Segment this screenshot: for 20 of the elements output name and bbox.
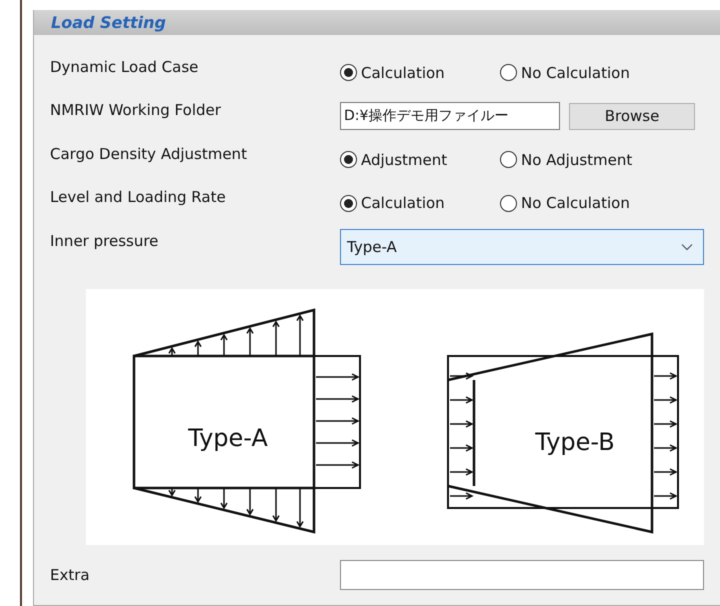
- chevron-down-icon: [681, 242, 693, 251]
- radio-option[interactable]: No Calculation: [500, 64, 660, 82]
- field-label: Extra: [50, 566, 91, 584]
- diagram-label: Type-A: [188, 424, 268, 452]
- field-label: Cargo Density Adjustment: [50, 144, 248, 163]
- browse-button[interactable]: Browse: [569, 102, 695, 130]
- pressure-dropdown[interactable]: Type-A: [340, 228, 704, 265]
- radio-option[interactable]: No Calculation: [500, 194, 660, 212]
- field-label: NMRIW Working Folder: [50, 101, 222, 120]
- field-label: Dynamic Load Case: [50, 58, 200, 76]
- panel-title: Load Setting: [51, 13, 166, 32]
- field-label: Level and Loading Rate: [50, 188, 227, 206]
- radio-option[interactable]: No Adjustment: [500, 150, 660, 169]
- radio-option[interactable]: Adjustment: [340, 150, 500, 169]
- radio-option[interactable]: Calculation: [340, 194, 500, 212]
- diagram-label: Type-B: [535, 428, 615, 456]
- folder-field[interactable]: D:¥操作デモ用ファイルー: [340, 102, 560, 130]
- field-label: Inner pressure: [50, 232, 160, 250]
- extra-field[interactable]: [340, 560, 704, 590]
- radio-option[interactable]: Calculation: [340, 64, 500, 82]
